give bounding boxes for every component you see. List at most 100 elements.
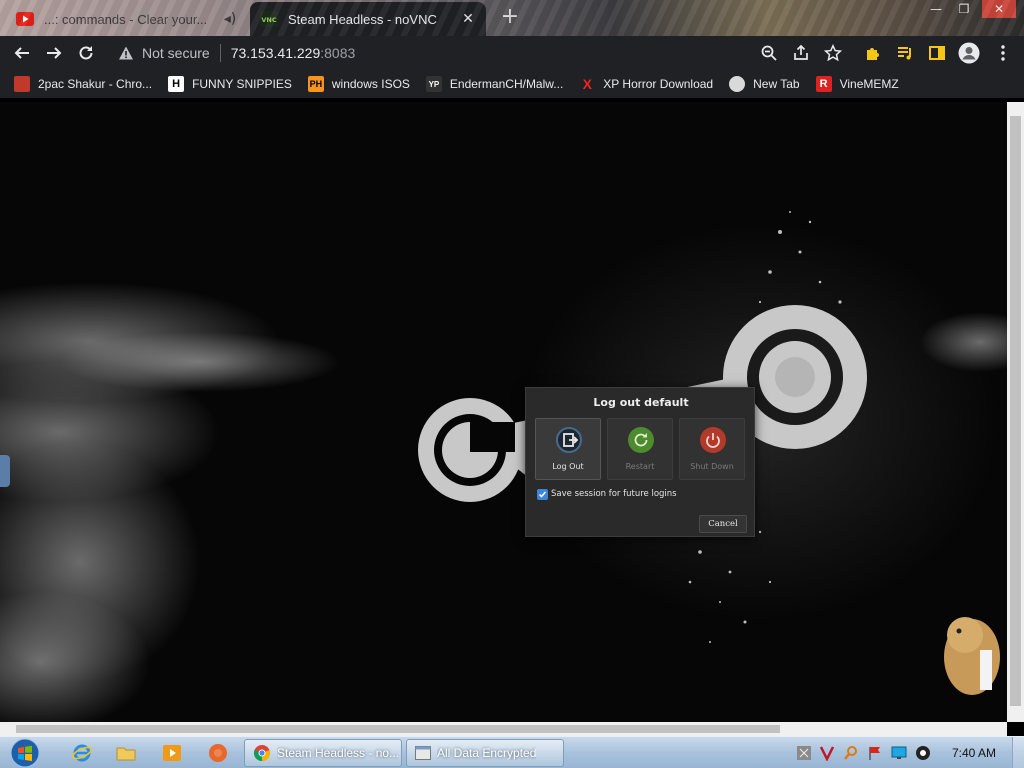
window-close-button[interactable]: ✕ xyxy=(982,0,1016,18)
cancel-button[interactable]: Cancel xyxy=(699,515,747,533)
vertical-scrollbar[interactable] xyxy=(1007,102,1024,722)
horizontal-scrollbar[interactable] xyxy=(0,722,1007,736)
volume-icon[interactable] xyxy=(914,744,932,762)
arrow-left-icon xyxy=(14,47,29,59)
svg-text:VNC: VNC xyxy=(261,16,276,24)
taskbar-task-chrome[interactable]: Steam Headless - no... xyxy=(244,739,402,767)
bookmark-label: New Tab xyxy=(753,77,800,91)
bookmark-label: XP Horror Download xyxy=(603,77,714,91)
smoke xyxy=(60,332,340,392)
speaker-icon: ◂) xyxy=(223,11,237,27)
checkmark-icon xyxy=(538,491,547,498)
bookmark-ph-icon: PH xyxy=(307,76,324,92)
window-icon xyxy=(415,746,431,760)
bookmark-item[interactable]: X XP Horror Download xyxy=(579,72,714,96)
bookmark-label: VineMEMZ xyxy=(839,77,899,91)
taskbar-task-all-data-encrypted[interactable]: All Data Encrypted xyxy=(406,739,564,767)
tray-v-icon[interactable] xyxy=(818,744,836,762)
show-desktop-button[interactable] xyxy=(1012,737,1024,768)
bookmark-x-icon: X xyxy=(582,76,592,92)
youtube-icon xyxy=(16,12,34,26)
restart-icon xyxy=(628,427,654,453)
shutdown-label: Shut Down xyxy=(690,462,734,471)
tab-title: Steam Headless - noVNC xyxy=(288,11,437,27)
power-icon xyxy=(700,427,726,453)
media-control-icon[interactable] xyxy=(894,42,916,64)
logout-icon xyxy=(556,427,582,453)
extensions-icon[interactable] xyxy=(862,42,884,64)
chrome-icon xyxy=(253,745,271,762)
tab-close-icon[interactable]: ✕ xyxy=(460,11,476,27)
logout-label: Log Out xyxy=(552,462,584,471)
bookmark-star-icon[interactable] xyxy=(822,42,844,64)
windows-logo-icon xyxy=(10,738,40,768)
media-player-icon[interactable] xyxy=(152,740,192,766)
bookmark-label: EndermanCH/Malw... xyxy=(449,77,564,91)
profile-avatar[interactable] xyxy=(958,42,980,64)
address-bar[interactable]: Not secure 73.153.41.229:8083 xyxy=(110,40,852,66)
divider xyxy=(219,44,221,62)
flag-icon[interactable] xyxy=(866,744,884,762)
screen: ...: commands - Clear your... ◂) VNC Ste… xyxy=(0,0,1024,768)
tab-title: ...: commands - Clear your... xyxy=(44,11,208,27)
save-session-checkbox[interactable] xyxy=(537,489,548,500)
bookmark-label: 2pac Shakur - Chro... xyxy=(38,77,153,91)
menu-icon[interactable] xyxy=(992,42,1014,64)
tab-strip: ...: commands - Clear your... ◂) VNC Ste… xyxy=(0,0,1024,36)
share-icon[interactable] xyxy=(790,42,812,64)
taskbar: Steam Headless - no... All Data Encrypte… xyxy=(0,736,1024,768)
url-port: :8083 xyxy=(320,45,356,61)
bookmark-label: FUNNY SNIPPIES xyxy=(192,77,292,91)
bookmark-2pac-icon xyxy=(14,76,30,92)
logout-option-button[interactable]: Log Out xyxy=(535,418,601,480)
vnc-viewport[interactable]: Log out default Log Out Restart Shut Dow… xyxy=(0,102,1007,722)
task-label: All Data Encrypted xyxy=(437,746,537,760)
warning-icon xyxy=(119,46,133,60)
monitor-icon[interactable] xyxy=(890,744,908,762)
tab-youtube[interactable]: ...: commands - Clear your... ◂) xyxy=(6,2,248,36)
file-explorer-icon[interactable] xyxy=(106,740,146,766)
zoom-icon[interactable] xyxy=(758,42,780,64)
tray-app-icon[interactable] xyxy=(795,744,813,762)
reload-button[interactable] xyxy=(70,37,102,69)
bookmark-item[interactable]: 2pac Shakur - Chro... xyxy=(14,72,152,96)
scroll-thumb[interactable] xyxy=(1010,116,1021,706)
start-button[interactable] xyxy=(6,737,44,768)
reload-icon xyxy=(79,46,93,60)
minimize-button[interactable]: — xyxy=(924,0,948,18)
bookmark-item[interactable]: H FUNNY SNIPPIES xyxy=(168,72,292,96)
bookmarks-bar: 2pac Shakur - Chro... H FUNNY SNIPPIES P… xyxy=(0,70,1024,98)
logout-dialog: Log out default Log Out Restart Shut Dow… xyxy=(525,387,755,537)
tray-search-icon[interactable] xyxy=(842,744,860,762)
bookmark-r-icon: R xyxy=(815,76,832,92)
shutdown-option-button[interactable]: Shut Down xyxy=(679,418,745,480)
task-label: Steam Headless - no... xyxy=(277,746,400,760)
new-tab-button[interactable]: + xyxy=(498,6,522,30)
bookmark-item[interactable]: New Tab xyxy=(729,72,800,96)
forward-button[interactable] xyxy=(38,37,70,69)
back-button[interactable] xyxy=(6,37,38,69)
side-panel-icon[interactable] xyxy=(926,42,948,64)
internet-explorer-icon[interactable] xyxy=(62,740,102,766)
app-pinned-icon[interactable] xyxy=(198,740,238,766)
scroll-thumb[interactable] xyxy=(16,725,780,733)
bookmark-yp-icon: YP xyxy=(425,76,442,92)
clock[interactable]: 7:40 AM xyxy=(944,746,1004,760)
bookmark-item[interactable]: PH windows ISOS xyxy=(307,72,410,96)
dialog-title: Log out default xyxy=(593,396,689,409)
steam-wallpaper xyxy=(0,102,1007,722)
bookmark-newtab-icon xyxy=(729,76,746,92)
bookmark-item[interactable]: R VineMEMZ xyxy=(815,72,899,96)
bookmark-item[interactable]: YP EndermanCH/Malw... xyxy=(425,72,564,96)
bookmark-h-icon: H xyxy=(168,76,185,92)
security-status[interactable]: Not secure xyxy=(142,45,210,61)
tab-steam-headless[interactable]: VNC Steam Headless - noVNC ✕ xyxy=(250,2,486,36)
novnc-sidebar-handle[interactable] xyxy=(0,455,10,487)
vnc-icon: VNC xyxy=(260,11,278,27)
restart-option-button[interactable]: Restart xyxy=(607,418,673,480)
browser-toolbar: Not secure 73.153.41.229:8083 xyxy=(0,36,1024,70)
bookmark-label: windows ISOS xyxy=(331,77,410,91)
url-host: 73.153.41.229 xyxy=(230,45,321,61)
restore-button[interactable]: ❐ xyxy=(952,0,976,18)
save-session-label[interactable]: Save session for future logins xyxy=(551,489,677,499)
